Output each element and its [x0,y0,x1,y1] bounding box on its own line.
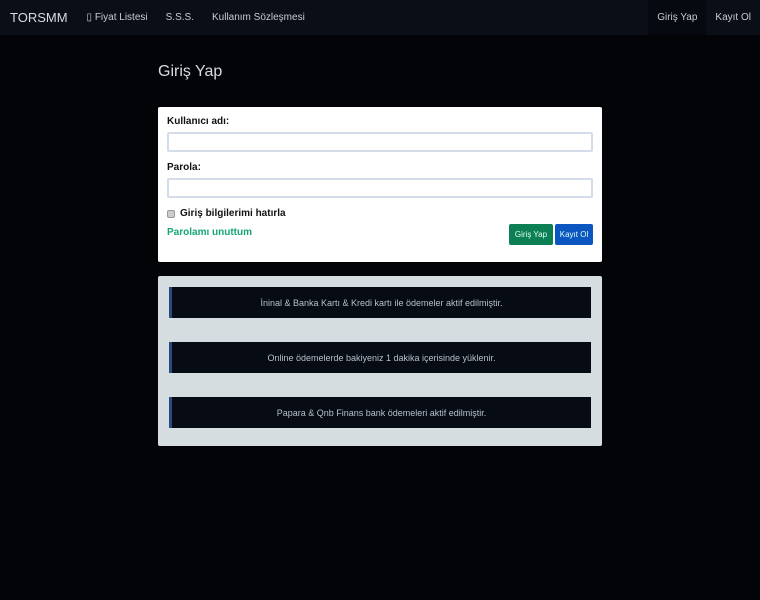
nav-faq[interactable]: S.S.S. [157,12,203,23]
login-form: Kullanıcı adı: Parola: Giriş bilgilerimi… [158,107,602,262]
page-title: Giriş Yap [158,63,223,80]
password-label: Parola: [167,162,201,173]
remember-me[interactable]: Giriş bilgilerimi hatırla [167,208,593,219]
nav-price-list[interactable]: ▯ Fiyat Listesi [78,12,157,23]
announcement: Online ödemelerde bakiyeniz 1 dakika içe… [169,342,591,373]
forgot-password-link[interactable]: Parolamı unuttum [167,227,252,238]
remember-checkbox[interactable] [167,209,175,218]
nav-login[interactable]: Giriş Yap [648,0,707,35]
announcements: İninal & Banka Kartı & Kredi kartı ile ö… [158,276,602,446]
login-button[interactable]: Giriş Yap [509,224,553,245]
username-label: Kullanıcı adı: [167,116,230,127]
announcement: İninal & Banka Kartı & Kredi kartı ile ö… [169,287,591,318]
nav-register[interactable]: Kayıt Ol [706,0,760,35]
nav-terms[interactable]: Kullanım Sözleşmesi [203,12,314,23]
navbar: TORSMM ▯ Fiyat Listesi S.S.S. Kullanım S… [0,0,760,35]
password-input[interactable] [167,178,593,198]
remember-label: Giriş bilgilerimi hatırla [180,208,286,219]
username-input[interactable] [167,132,593,152]
register-button[interactable]: Kayıt Ol [555,224,593,245]
brand-logo[interactable]: TORSMM [0,10,78,25]
announcement: Papara & Qnb Finans bank ödemeleri aktif… [169,397,591,428]
